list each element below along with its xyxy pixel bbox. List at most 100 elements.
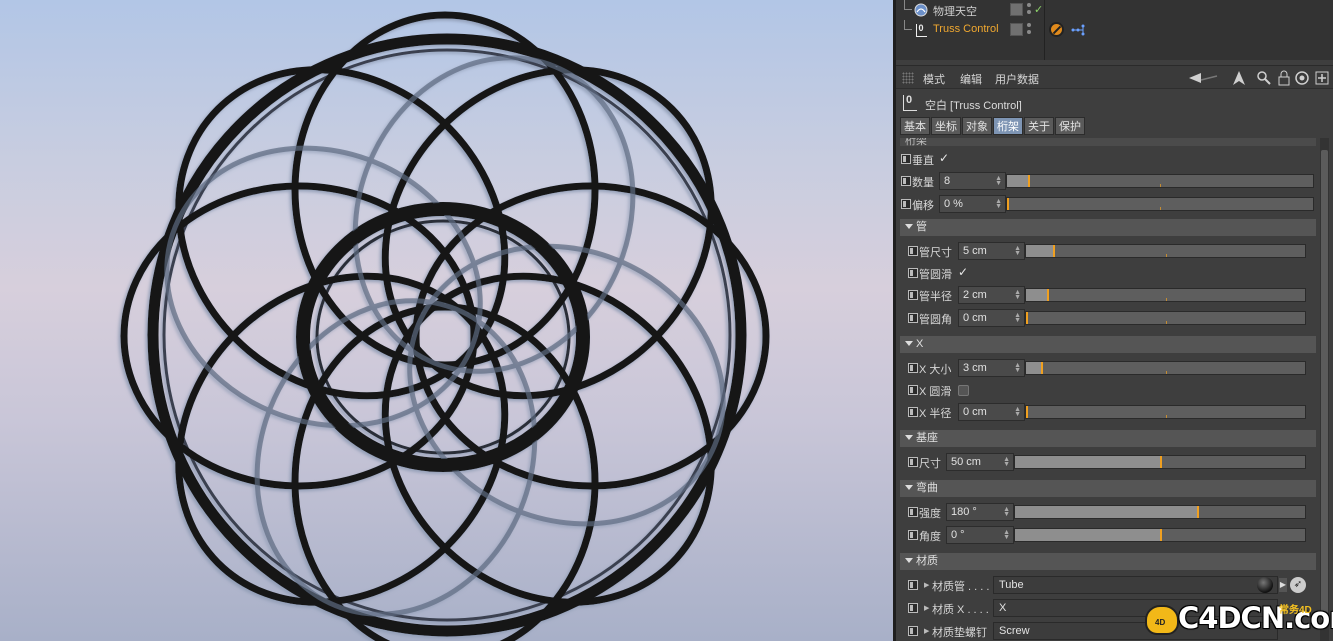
grip-icon[interactable] [902, 72, 914, 84]
tube-fillet-input[interactable]: 0 cm ▲ ▼ [958, 309, 1025, 327]
tab-basic[interactable]: 基本 [900, 117, 930, 135]
tube-radius-input[interactable]: 2 cm ▲ ▼ [958, 286, 1025, 304]
attribute-toolbar: 模式 编辑 用户数据 [896, 65, 1333, 89]
keyframe-button[interactable] [908, 530, 918, 540]
param-x-radius: X 半径 0 cm ▲ ▼ [907, 402, 1327, 422]
scrollbar-thumb[interactable] [1321, 150, 1328, 620]
bend-angle-input[interactable]: 0 ° ▲ ▼ [946, 526, 1014, 544]
vertical-checkbox[interactable]: ✓ [939, 152, 952, 165]
keyframe-button[interactable] [901, 176, 911, 186]
truss-group-header[interactable]: 桁架 [900, 138, 1316, 146]
x-size-input[interactable]: 3 cm ▲ ▼ [958, 359, 1025, 377]
count-input[interactable]: 8 ▲ ▼ [939, 172, 1006, 190]
x-size-slider[interactable] [1025, 361, 1306, 375]
target-icon[interactable] [1294, 70, 1310, 86]
tab-object[interactable]: 对象 [962, 117, 992, 135]
offset-slider[interactable] [1006, 197, 1314, 211]
cursor-arrow-icon[interactable] [1231, 70, 1247, 86]
right-panel: 物理天空 ✓ 0 Truss Control 模式 编辑 用户数据 0 空白 [… [896, 0, 1333, 641]
null-object-icon: 0 [903, 95, 917, 111]
search-icon[interactable] [1256, 70, 1272, 86]
object-row-sky[interactable]: 物理天空 ✓ [896, 0, 1333, 20]
keyframe-button[interactable] [908, 457, 918, 467]
material-preview-icon [1257, 577, 1273, 593]
visibility-dots[interactable] [1027, 3, 1033, 14]
x-radius-slider[interactable] [1025, 405, 1306, 419]
keyframe-button[interactable] [908, 290, 918, 300]
keyframe-button[interactable] [908, 580, 918, 590]
keyframe-button[interactable] [908, 507, 918, 517]
param-label: 尺寸 [919, 458, 941, 470]
keyframe-button[interactable] [908, 626, 918, 636]
3d-viewport[interactable] [0, 0, 893, 641]
count-slider[interactable] [1006, 174, 1314, 188]
menu-user-data[interactable]: 用户数据 [995, 71, 1039, 87]
truss-torus-render [120, 11, 770, 641]
material-group-header[interactable]: 材质 [900, 553, 1316, 570]
keyframe-button[interactable] [908, 313, 918, 323]
bend-strength-slider[interactable] [1014, 505, 1306, 519]
base-size-input[interactable]: 50 cm ▲ ▼ [946, 453, 1014, 471]
keyframe-button[interactable] [908, 246, 918, 256]
keyframe-button[interactable] [908, 363, 918, 373]
null-object-icon: 0 [914, 23, 928, 37]
base-size-slider[interactable] [1014, 455, 1306, 469]
mascot-icon: 4D [1145, 605, 1179, 635]
x-smooth-checkbox[interactable] [958, 385, 969, 396]
tube-size-input[interactable]: 5 cm ▲ ▼ [958, 242, 1025, 260]
bend-strength-input[interactable]: 180 ° ▲ ▼ [946, 503, 1014, 521]
x-radius-input[interactable]: 0 cm ▲ ▼ [958, 403, 1025, 421]
param-label: 管半径 [919, 291, 952, 303]
offset-input[interactable]: 0 % ▲ ▼ [939, 195, 1006, 213]
tube-size-slider[interactable] [1025, 244, 1306, 258]
new-panel-icon[interactable] [1314, 70, 1330, 86]
bend-angle-slider[interactable] [1014, 528, 1306, 542]
expand-arrow-icon[interactable]: ▶ [924, 581, 929, 589]
param-vertical: 垂直 ✓ [900, 149, 1320, 169]
keyframe-button[interactable] [908, 268, 918, 278]
keyframe-button[interactable] [908, 407, 918, 417]
expand-arrow-icon[interactable]: ▶ [924, 604, 929, 612]
visibility-dots[interactable] [1027, 23, 1033, 34]
enabled-check-icon[interactable]: ✓ [1034, 3, 1043, 16]
object-title: 空白 [Truss Control] [925, 100, 1022, 112]
picker-icon[interactable]: ➶ [1290, 577, 1306, 593]
tab-about[interactable]: 关于 [1024, 117, 1054, 135]
tube-fillet-slider[interactable] [1025, 311, 1306, 325]
column-separator [1044, 0, 1045, 60]
layer-toggle[interactable] [1010, 23, 1023, 36]
keyframe-button[interactable] [901, 199, 911, 209]
param-x-smooth: X 圆滑 [907, 380, 1327, 400]
protection-tag-icon[interactable] [1049, 22, 1064, 37]
param-label: 材质管 . . . . [932, 581, 990, 593]
keyframe-button[interactable] [908, 603, 918, 613]
material-tube-field[interactable]: Tube [993, 576, 1278, 594]
xpresso-tag-icon[interactable] [1070, 24, 1086, 36]
keyframe-button[interactable] [901, 154, 911, 164]
param-tube-fillet: 管圆角 0 cm ▲ ▼ [907, 308, 1327, 328]
lock-icon[interactable] [1276, 70, 1292, 86]
x-group-header[interactable]: X [900, 336, 1316, 353]
tube-radius-slider[interactable] [1025, 288, 1306, 302]
material-menu-arrow-icon[interactable]: ▶ [1279, 578, 1287, 592]
object-row-truss-control[interactable]: 0 Truss Control [896, 20, 1333, 40]
param-bend-angle: 角度 0 ° ▲ ▼ [907, 525, 1327, 545]
layer-toggle[interactable] [1010, 3, 1023, 16]
tab-truss[interactable]: 桁架 [993, 117, 1023, 135]
param-label: X 大小 [919, 364, 952, 376]
tab-protection[interactable]: 保护 [1055, 117, 1085, 135]
tab-coord[interactable]: 坐标 [931, 117, 961, 135]
menu-mode[interactable]: 模式 [923, 71, 945, 87]
tube-group-header[interactable]: 管 [900, 219, 1316, 236]
param-label: 垂直 [912, 155, 934, 167]
base-group-header[interactable]: 基座 [900, 430, 1316, 447]
expand-arrow-icon[interactable]: ▶ [924, 627, 929, 635]
scrollbar[interactable] [1320, 138, 1329, 641]
keyframe-button[interactable] [908, 385, 918, 395]
bend-group-header[interactable]: 弯曲 [900, 480, 1316, 497]
menu-edit[interactable]: 编辑 [960, 71, 982, 87]
param-label: 管尺寸 [919, 247, 952, 259]
tube-smooth-checkbox[interactable]: ✓ [958, 266, 971, 279]
param-material-tube: ▶ 材质管 . . . . Tube ▶ ➶ [907, 575, 1327, 595]
back-arrow-icon[interactable] [1189, 70, 1219, 86]
